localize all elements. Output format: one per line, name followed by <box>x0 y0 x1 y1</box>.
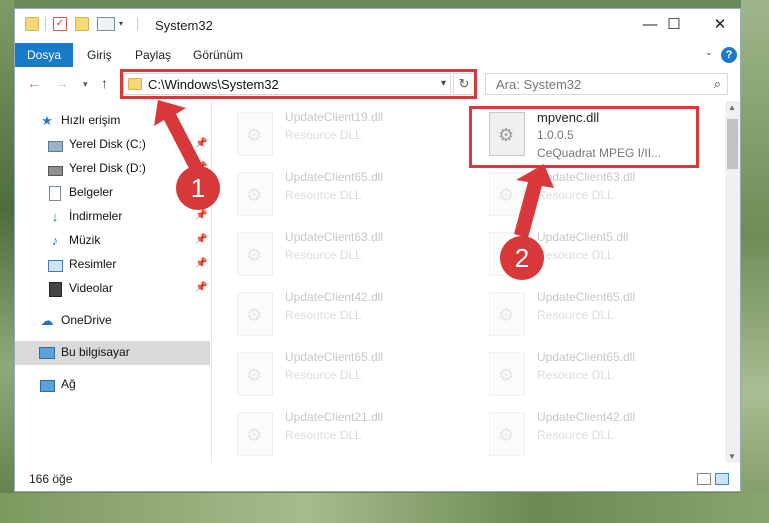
annotation-arrows <box>154 100 554 238</box>
step-badge-1: 1 <box>176 166 220 210</box>
step-badge-2: 2 <box>500 236 544 280</box>
arrow-2 <box>514 164 554 238</box>
